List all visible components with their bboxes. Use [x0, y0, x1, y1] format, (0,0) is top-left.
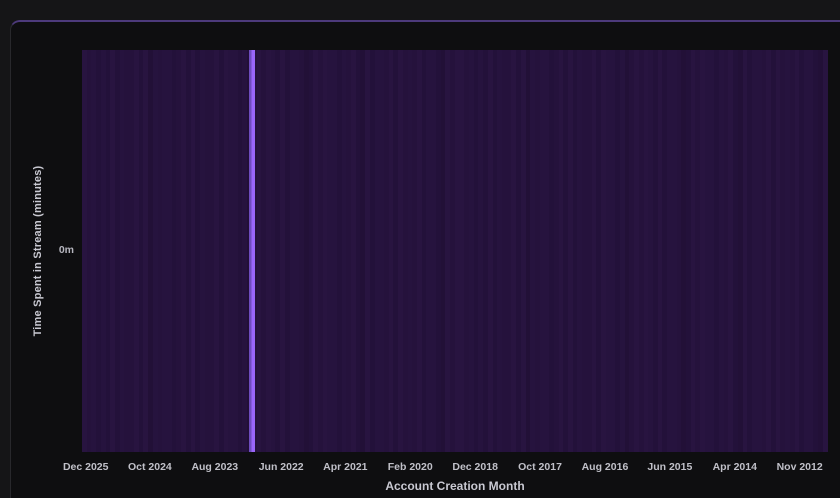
- chart-page: Time Spent in Stream (minutes) 0m Dec 20…: [0, 0, 840, 498]
- x-axis-tick: Jun 2015: [647, 461, 693, 473]
- x-axis-tick: Oct 2017: [518, 461, 562, 473]
- x-axis-tick: Nov 2012: [776, 461, 823, 473]
- x-axis-tick: Feb 2020: [387, 461, 433, 473]
- x-axis-title: Account Creation Month: [385, 479, 525, 493]
- heatmap-columns: [82, 50, 828, 452]
- x-axis-tick: Apr 2021: [323, 461, 368, 473]
- heatmap-plot-area[interactable]: [82, 50, 828, 452]
- x-axis-tick: Aug 2023: [191, 461, 239, 473]
- x-axis-tick: Dec 2018: [452, 461, 498, 473]
- x-axis-tick: Aug 2016: [581, 461, 629, 473]
- x-axis-tick: Oct 2024: [127, 461, 172, 473]
- heatmap-highlight-column[interactable]: [249, 50, 256, 452]
- x-axis-tick: Jun 2022: [258, 461, 304, 473]
- x-axis-tick: Apr 2014: [712, 461, 757, 473]
- x-axis-ticks: Dec 2025 Oct 2024 Aug 2023 Jun 2022 Apr 2021…: [63, 461, 828, 477]
- y-axis-tick-0m: 0m: [58, 244, 74, 256]
- x-axis-tick: Dec 2025: [62, 461, 109, 473]
- heatmap-column: [822, 50, 828, 452]
